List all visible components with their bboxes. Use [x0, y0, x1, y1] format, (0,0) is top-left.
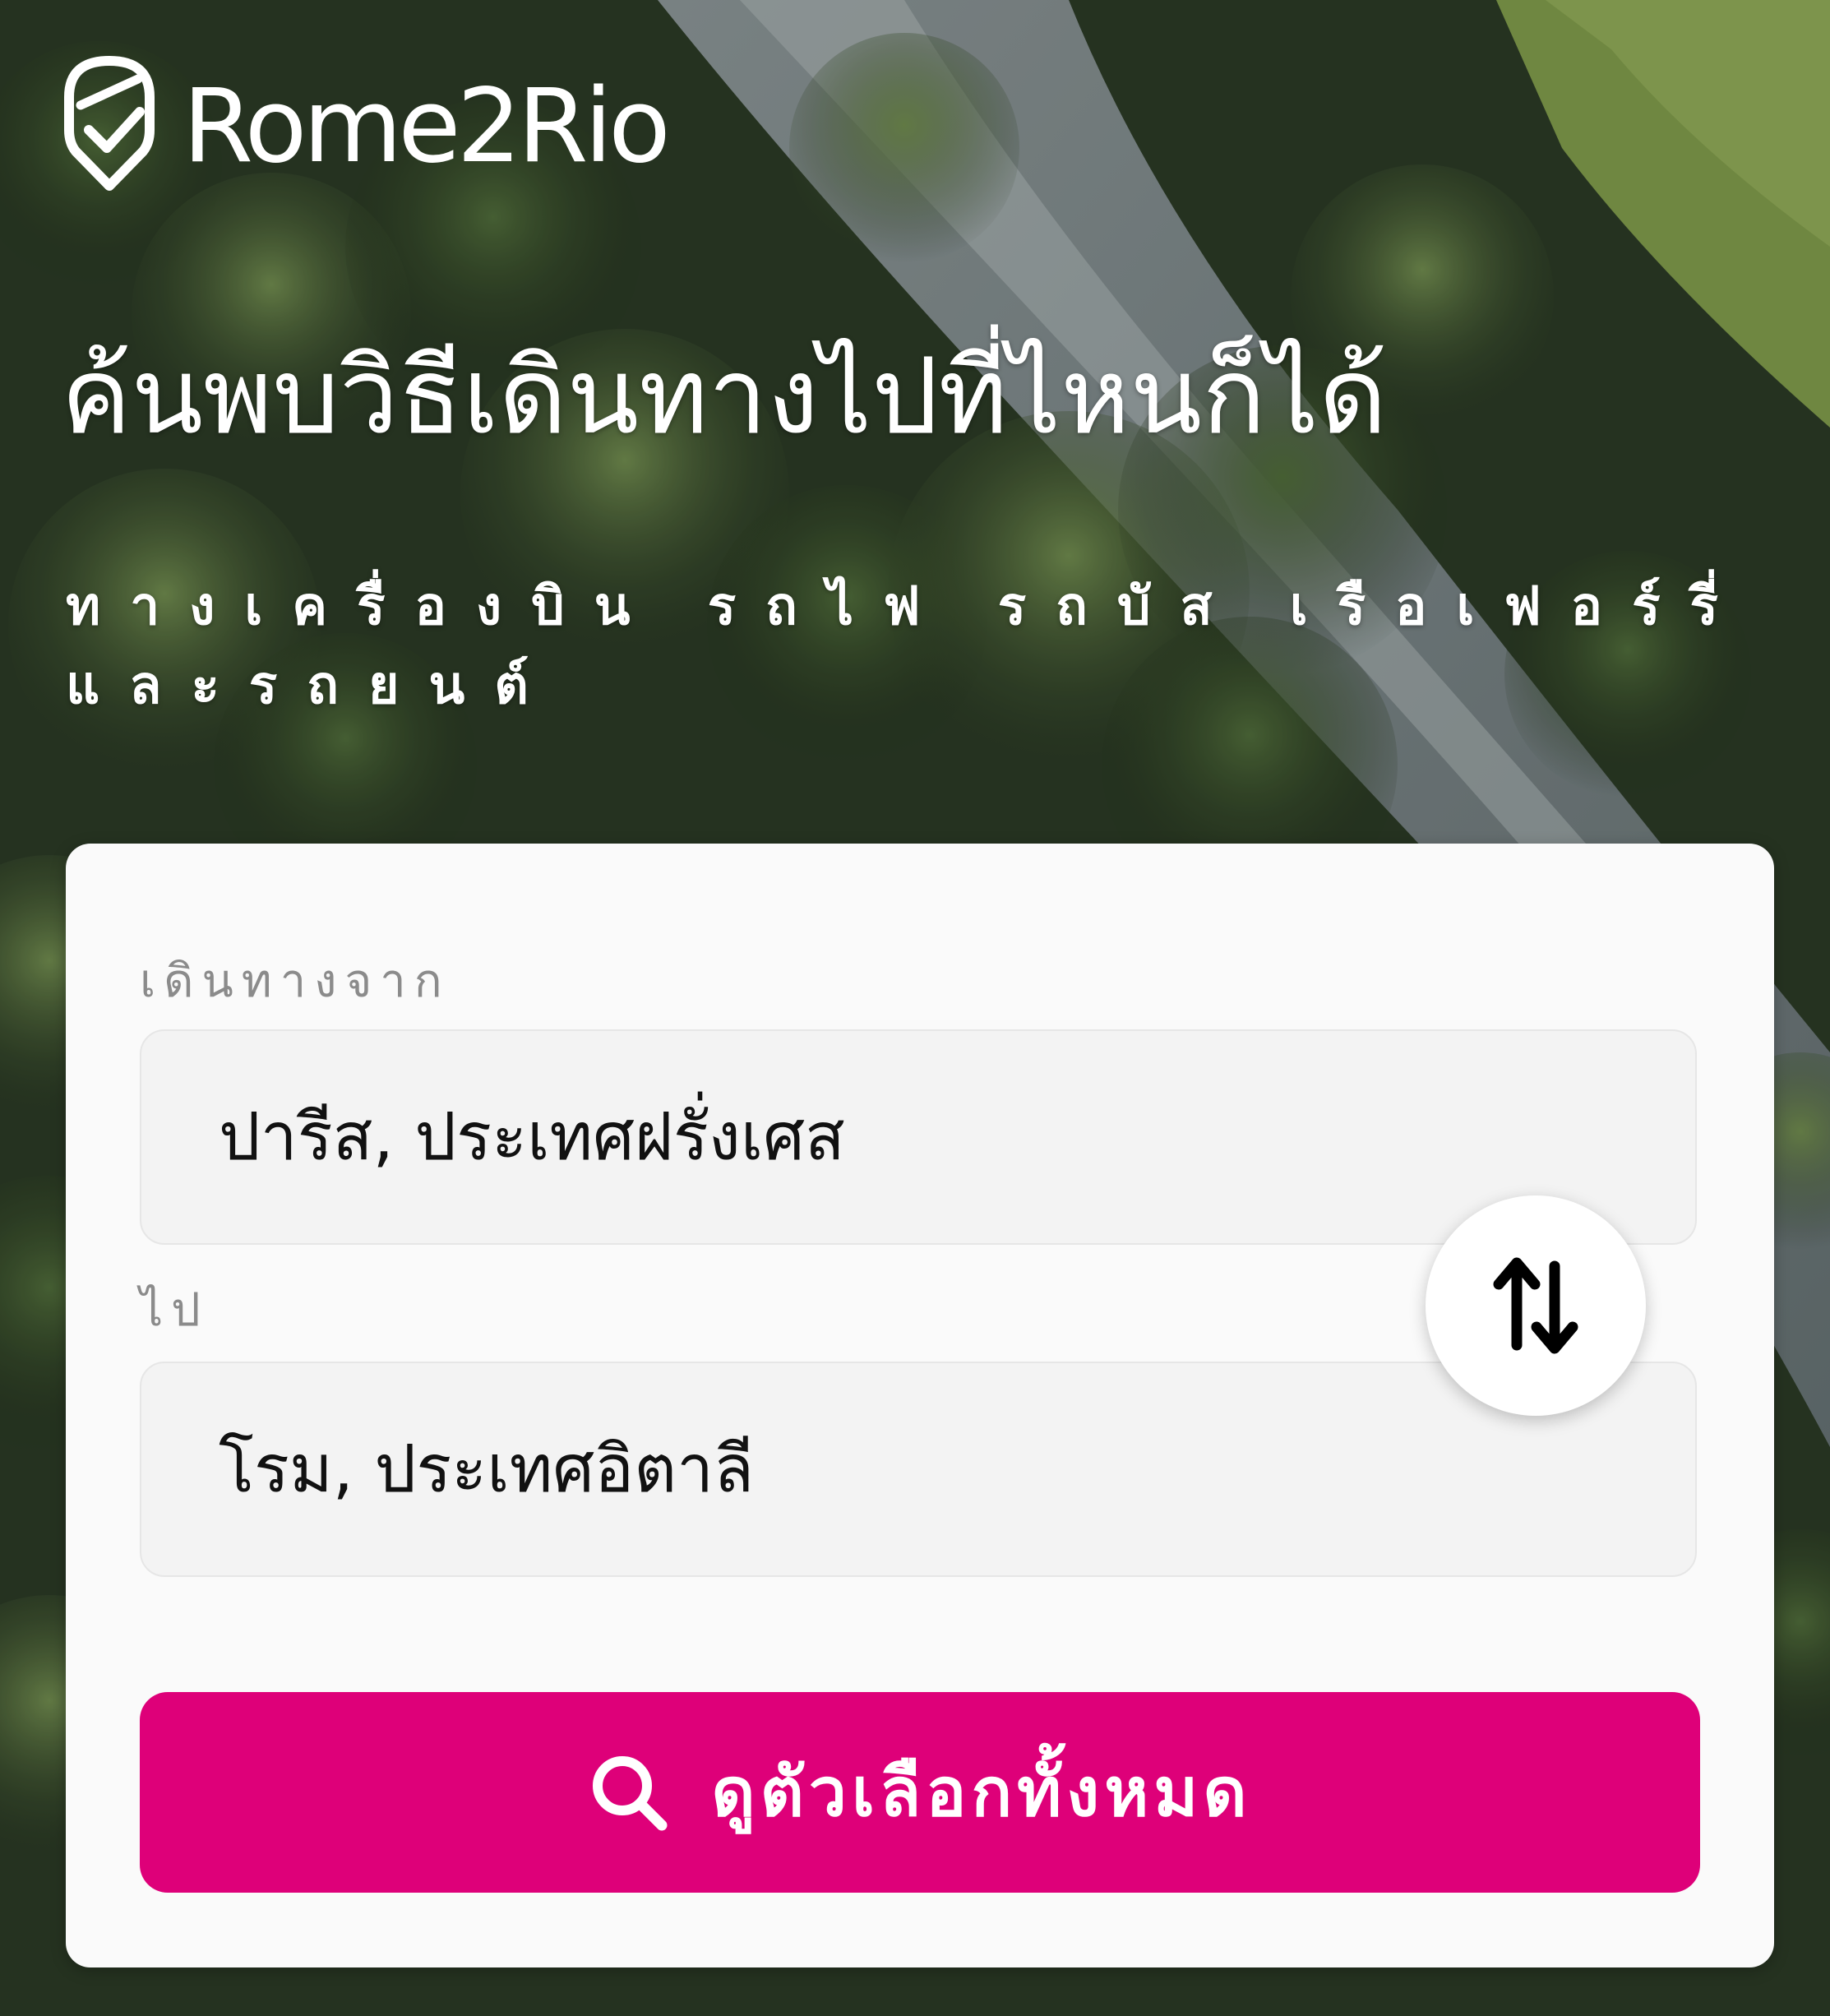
swap-locations-button[interactable] [1426, 1195, 1646, 1416]
rome2rio-logo[interactable]: Rome2Rio [64, 54, 671, 194]
logo-pin-icon [64, 56, 155, 191]
swap-vertical-arrows-icon [1493, 1257, 1578, 1354]
to-label: ไป [140, 1283, 209, 1337]
hero-headline: ค้นพบวิธีเดินทางไปที่ไหนก็ได้ [61, 335, 1388, 458]
to-value: โรม, ประเทศอิตาลี [219, 1431, 755, 1507]
from-field[interactable]: ปารีส, ประเทศฝรั่งเศส [140, 1029, 1697, 1245]
to-field[interactable]: โรม, ประเทศอิตาลี [140, 1362, 1697, 1577]
search-icon [593, 1756, 668, 1831]
search-card: เดินทางจาก ปารีส, ประเทศฝรั่งเศส ไป โรม,… [66, 844, 1774, 1967]
from-label: เดินทางจาก [140, 955, 451, 1008]
logo-wordmark: Rome2Rio [183, 67, 671, 186]
from-value: ปารีส, ประเทศฝรั่งเศส [219, 1098, 845, 1175]
hero-section: Rome2Rio ค้นพบวิธีเดินทางไปที่ไหนก็ได้ ท… [0, 0, 1830, 2016]
view-all-options-button[interactable]: ดูตัวเลือกทั้งหมด [140, 1692, 1700, 1893]
view-all-options-label: ดูตัวเลือกทั้งหมด [711, 1753, 1252, 1832]
hero-subhead: ทางเครื่องบิน รถไฟ รถบัส เรือเฟอร์รี่ แล… [66, 576, 1748, 716]
